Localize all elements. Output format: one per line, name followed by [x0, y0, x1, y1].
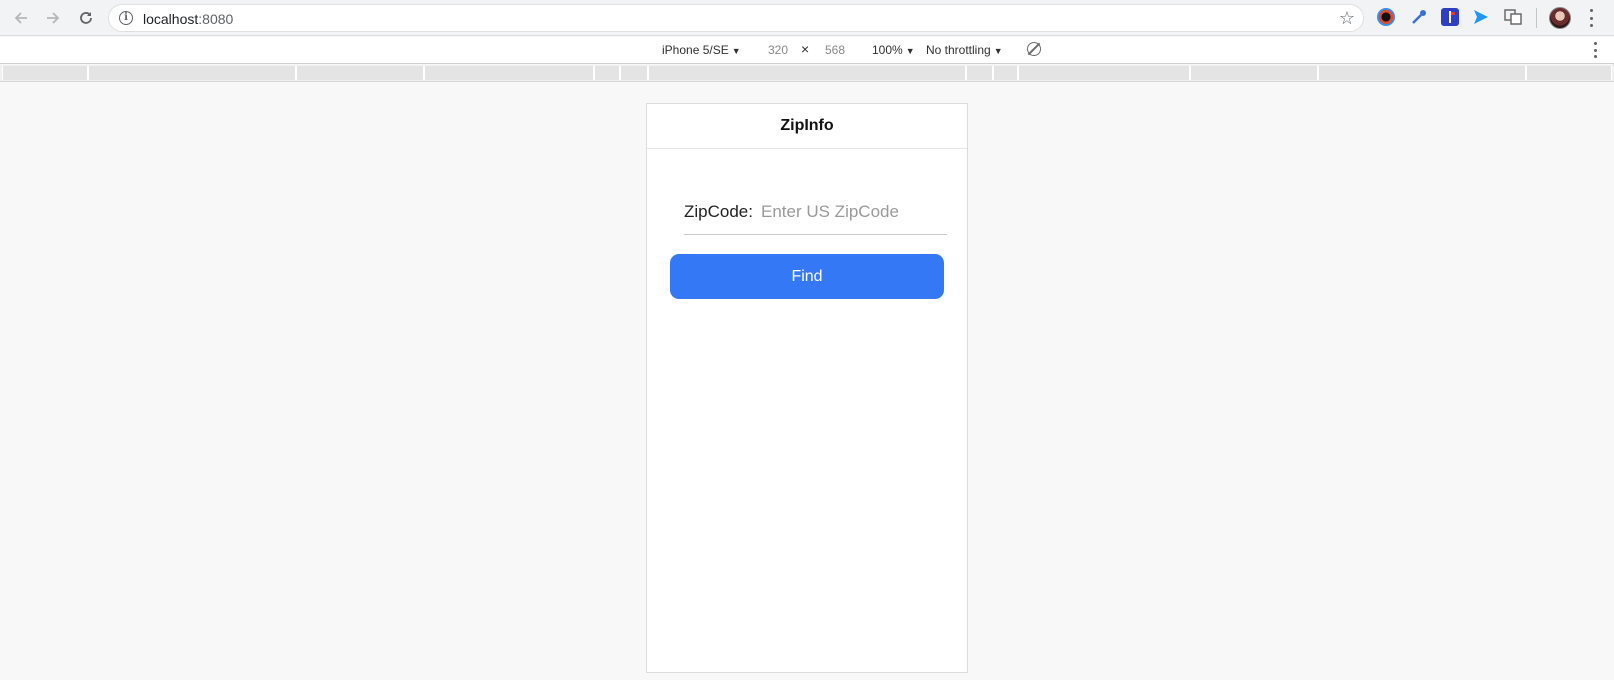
url-host: localhost — [143, 11, 199, 27]
device-name: iPhone 5/SE — [662, 43, 729, 57]
browser-toolbar: i localhost:8080 ☆ — [0, 0, 1614, 36]
eyedropper-icon[interactable] — [1410, 8, 1428, 26]
media-query-segment[interactable] — [424, 66, 594, 80]
caret-down-icon: ▼ — [993, 46, 1003, 56]
media-query-segment[interactable] — [2, 66, 88, 80]
info-icon[interactable]: i — [119, 11, 133, 25]
flag-icon[interactable] — [1441, 8, 1459, 26]
media-query-segment[interactable] — [594, 66, 620, 80]
media-query-segment[interactable] — [620, 66, 648, 80]
throttling-value: No throttling — [926, 43, 991, 57]
caret-down-icon: ▼ — [731, 46, 741, 56]
find-button[interactable]: Find — [670, 254, 944, 299]
throttling-select[interactable]: No throttling ▼ — [926, 43, 1003, 57]
media-query-segment[interactable] — [88, 66, 296, 80]
zipcode-input[interactable] — [760, 201, 982, 222]
media-query-segment[interactable] — [993, 66, 1018, 80]
caret-down-icon: ▼ — [905, 46, 915, 56]
device-select[interactable]: iPhone 5/SE ▼ — [662, 43, 741, 57]
toolbar-divider — [1536, 8, 1537, 28]
media-query-segment[interactable] — [1318, 66, 1526, 80]
height-field[interactable]: 568 — [825, 43, 845, 57]
zoom-select[interactable]: 100% ▼ — [872, 43, 915, 57]
device-menu-icon[interactable] — [1593, 42, 1597, 58]
media-query-segment[interactable] — [966, 66, 993, 80]
media-query-segment[interactable] — [648, 66, 966, 80]
dimension-separator: × — [801, 41, 810, 57]
width-field[interactable]: 320 — [768, 43, 788, 57]
zipcode-field-row: ZipCode: — [684, 189, 982, 235]
url-text[interactable]: localhost:8080 — [143, 11, 233, 27]
media-query-segment[interactable] — [1018, 66, 1190, 80]
rotate-icon[interactable] — [1027, 42, 1041, 56]
reload-icon[interactable] — [74, 6, 98, 30]
media-query-segment[interactable] — [296, 66, 424, 80]
media-query-segment[interactable] — [1526, 66, 1612, 80]
address-bar[interactable]: i localhost:8080 ☆ — [108, 4, 1364, 32]
send-icon[interactable] — [1472, 8, 1490, 26]
media-query-segment[interactable] — [1190, 66, 1318, 80]
url-port: :8080 — [198, 11, 234, 27]
page-title: ZipInfo — [780, 117, 834, 134]
avatar[interactable] — [1549, 7, 1571, 29]
media-query-bar — [0, 65, 1614, 82]
back-icon[interactable] — [9, 6, 33, 30]
device-viewport: ZipInfo ZipCode: Find — [646, 103, 982, 673]
nav-header: ZipInfo — [647, 104, 967, 149]
translate-icon[interactable] — [1504, 8, 1522, 26]
star-icon[interactable]: ☆ — [1339, 8, 1355, 29]
device-toolbar: iPhone 5/SE ▼ 320 × 568 100% ▼ No throttli… — [0, 37, 1614, 64]
color-wheel-icon[interactable] — [1377, 8, 1395, 26]
zipcode-label: ZipCode: — [684, 201, 753, 221]
forward-icon[interactable] — [41, 6, 65, 30]
zoom-value: 100% — [872, 43, 903, 57]
browser-menu-icon[interactable] — [1589, 9, 1593, 27]
